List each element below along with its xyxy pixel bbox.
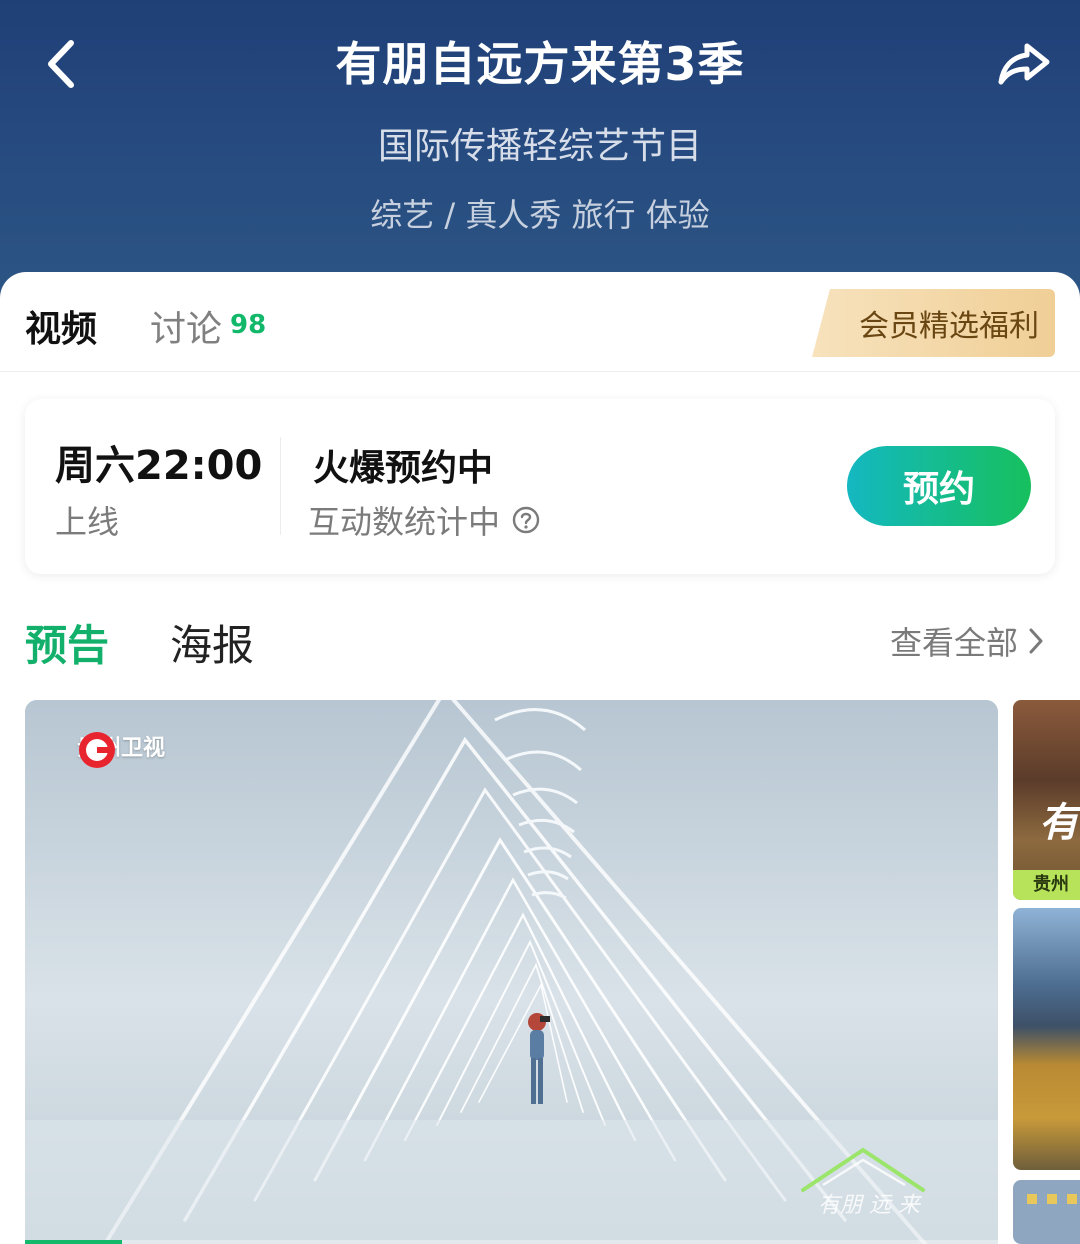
guizhou-tv-logo-icon — [79, 732, 115, 768]
divider — [280, 437, 281, 535]
discuss-count-badge: 98 — [230, 310, 267, 340]
air-time: 周六22:00 — [55, 443, 263, 489]
video-progress-fill — [25, 1240, 123, 1244]
interaction-stat: 互动数统计中 — [308, 497, 540, 543]
side-video-thumbnail[interactable]: 有 贵州卫 — [1013, 700, 1080, 900]
window-shape — [1027, 1194, 1037, 1204]
member-benefits-button[interactable]: 会员精选福利 — [812, 289, 1055, 357]
header: 有朋自远方来第3季 国际传播轻综艺节目 综艺 / 真人秀 旅行 体验 — [0, 0, 1080, 300]
trailer-video-thumbnail[interactable]: 贵州卫视 有朋 远 来 — [25, 700, 998, 1244]
reserve-button[interactable]: 预约 — [847, 446, 1031, 526]
show-subtitle: 国际传播轻综艺节目 — [377, 126, 702, 167]
video-progress-bar — [25, 1240, 998, 1244]
hot-label: 火爆预约中 — [313, 448, 494, 489]
view-all-label: 查看全部 — [890, 624, 1019, 662]
window-shape — [1047, 1194, 1057, 1204]
back-button[interactable] — [30, 34, 90, 94]
tab-video[interactable]: 视频 — [25, 300, 97, 352]
side-video-thumbnail[interactable] — [1013, 908, 1080, 1170]
side-channel-band: 贵州卫 — [1013, 870, 1080, 900]
share-icon — [998, 43, 1050, 85]
chevron-left-icon — [48, 40, 74, 88]
stat-label: 互动数统计中 — [308, 503, 501, 541]
share-button[interactable] — [994, 34, 1054, 94]
help-icon[interactable] — [512, 506, 540, 534]
tab-trailer[interactable]: 预告 — [25, 612, 109, 673]
channel-logo: 贵州卫视 — [77, 730, 165, 768]
tab-discuss[interactable]: 讨论 — [150, 300, 222, 352]
online-label: 上线 — [55, 503, 120, 541]
window-shape — [1067, 1194, 1077, 1204]
genre-tags: 综艺 / 真人秀 旅行 体验 — [370, 196, 710, 234]
show-watermark-logo: 有朋 远 来 — [801, 1147, 925, 1218]
content-sheet: 视频 讨论 98 会员精选福利 周六22:00 上线 火爆预约中 互动数统计中 … — [0, 272, 1080, 1244]
side-video-thumbnail[interactable] — [1013, 1180, 1080, 1244]
view-all-link[interactable]: 查看全部 — [890, 618, 1044, 664]
tab-bar: 视频 讨论 98 会员精选福利 — [0, 272, 1080, 372]
tab-poster[interactable]: 海报 — [170, 612, 254, 673]
reservation-card: 周六22:00 上线 火爆预约中 互动数统计中 预约 — [25, 399, 1055, 574]
svg-text:有朋 远 来: 有朋 远 来 — [818, 1193, 922, 1218]
chevron-right-icon — [1029, 628, 1043, 654]
page-title: 有朋自远方来第3季 — [335, 37, 745, 91]
side-title-glyph: 有 — [1039, 800, 1079, 846]
